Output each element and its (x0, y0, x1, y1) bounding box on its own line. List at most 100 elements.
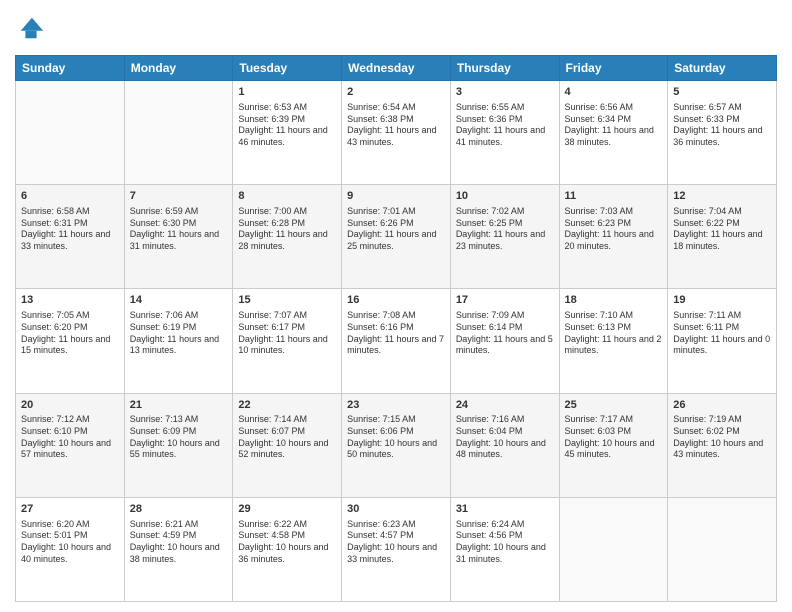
day-number: 27 (21, 502, 119, 517)
calendar-cell: 3 Sunrise: 6:55 AM Sunset: 6:36 PM Daylig… (450, 81, 559, 185)
cell-info: Sunrise: 7:02 AM Sunset: 6:25 PM Dayligh… (456, 206, 554, 253)
day-number: 14 (130, 293, 228, 308)
calendar-cell: 13Sunrise: 7:05 AM Sunset: 6:20 PM Dayli… (16, 289, 125, 393)
day-number: 19 (673, 293, 771, 308)
logo-icon (17, 14, 45, 42)
cell-info: Sunrise: 7:13 AM Sunset: 6:09 PM Dayligh… (130, 414, 228, 461)
day-number: 11 (565, 189, 663, 204)
day-number: 24 (456, 398, 554, 413)
calendar-cell: 31 Sunrise: 6:24 AM Sunset: 4:56 PM Dayli… (450, 497, 559, 601)
calendar-cell (16, 81, 125, 185)
day-number: 3 (456, 85, 554, 100)
cell-info: Sunrise: 6:58 AM Sunset: 6:31 PM Dayligh… (21, 206, 119, 253)
calendar-cell: 14 Sunrise: 7:06 AM Sunset: 6:19 PM Dayli… (124, 289, 233, 393)
day-number: 6 (21, 189, 119, 204)
calendar-cell: 22Sunrise: 7:14 AM Sunset: 6:07 PM Dayli… (233, 393, 342, 497)
calendar-cell: 21Sunrise: 7:13 AM Sunset: 6:09 PM Dayli… (124, 393, 233, 497)
day-number: 10 (456, 189, 554, 204)
day-number: 1 (238, 85, 336, 100)
calendar-cell: 8 Sunrise: 7:00 AM Sunset: 6:28 PM Daylig… (233, 185, 342, 289)
cell-info: Sunrise: 6:24 AM Sunset: 4:56 PM Dayligh… (456, 519, 554, 566)
cell-info: Sunrise: 6:56 AM Sunset: 6:34 PM Dayligh… (565, 102, 663, 149)
weekday-header: Wednesday (342, 56, 451, 81)
cell-info: Sunrise: 7:06 AM Sunset: 6:19 PM Dayligh… (130, 310, 228, 357)
calendar-cell (124, 81, 233, 185)
weekday-header-row: SundayMondayTuesdayWednesdayThursdayFrid… (16, 56, 777, 81)
day-number: 22 (238, 398, 336, 413)
cell-info: Sunrise: 6:21 AM Sunset: 4:59 PM Dayligh… (130, 519, 228, 566)
calendar-cell: 5 Sunrise: 6:57 AM Sunset: 6:33 PM Daylig… (668, 81, 777, 185)
day-number: 8 (238, 189, 336, 204)
calendar-cell: 18 Sunrise: 7:10 AM Sunset: 6:13 PM Dayli… (559, 289, 668, 393)
cell-info: Sunrise: 7:12 AM Sunset: 6:10 PM Dayligh… (21, 414, 119, 461)
calendar-cell: 30Sunrise: 6:23 AM Sunset: 4:57 PM Dayli… (342, 497, 451, 601)
calendar-cell: 10 Sunrise: 7:02 AM Sunset: 6:25 PM Dayli… (450, 185, 559, 289)
day-number: 25 (565, 398, 663, 413)
day-number: 29 (238, 502, 336, 517)
cell-info: Sunrise: 7:01 AM Sunset: 6:26 PM Dayligh… (347, 206, 445, 253)
cell-info: Sunrise: 6:54 AM Sunset: 6:38 PM Dayligh… (347, 102, 445, 149)
calendar-cell: 15 Sunrise: 7:07 AM Sunset: 6:17 PM Dayli… (233, 289, 342, 393)
calendar-cell: 25Sunrise: 7:17 AM Sunset: 6:03 PM Dayli… (559, 393, 668, 497)
calendar-cell: 1 Sunrise: 6:53 AM Sunset: 6:39 PM Daylig… (233, 81, 342, 185)
calendar-cell: 24Sunrise: 7:16 AM Sunset: 6:04 PM Dayli… (450, 393, 559, 497)
day-number: 12 (673, 189, 771, 204)
calendar-cell: 4 Sunrise: 6:56 AM Sunset: 6:34 PM Daylig… (559, 81, 668, 185)
calendar-cell: 16 Sunrise: 7:08 AM Sunset: 6:16 PM Dayli… (342, 289, 451, 393)
cell-info: Sunrise: 7:17 AM Sunset: 6:03 PM Dayligh… (565, 414, 663, 461)
day-number: 21 (130, 398, 228, 413)
calendar-table: SundayMondayTuesdayWednesdayThursdayFrid… (15, 55, 777, 602)
weekday-header: Monday (124, 56, 233, 81)
calendar-cell: 26Sunrise: 7:19 AM Sunset: 6:02 PM Dayli… (668, 393, 777, 497)
cell-info: Sunrise: 6:55 AM Sunset: 6:36 PM Dayligh… (456, 102, 554, 149)
calendar-cell: 9Sunrise: 7:01 AM Sunset: 6:26 PM Daylig… (342, 185, 451, 289)
calendar-week-row: 6 Sunrise: 6:58 AM Sunset: 6:31 PM Daylig… (16, 185, 777, 289)
day-number: 13 (21, 293, 119, 308)
logo (15, 14, 49, 47)
cell-info: Sunrise: 7:11 AM Sunset: 6:11 PM Dayligh… (673, 310, 771, 357)
day-number: 2 (347, 85, 445, 100)
weekday-header: Thursday (450, 56, 559, 81)
cell-info: Sunrise: 7:10 AM Sunset: 6:13 PM Dayligh… (565, 310, 663, 357)
day-number: 31 (456, 502, 554, 517)
cell-info: Sunrise: 7:09 AM Sunset: 6:14 PM Dayligh… (456, 310, 554, 357)
calendar-week-row: 1 Sunrise: 6:53 AM Sunset: 6:39 PM Daylig… (16, 81, 777, 185)
weekday-header: Saturday (668, 56, 777, 81)
cell-info: Sunrise: 6:53 AM Sunset: 6:39 PM Dayligh… (238, 102, 336, 149)
calendar-cell: 29Sunrise: 6:22 AM Sunset: 4:58 PM Dayli… (233, 497, 342, 601)
cell-info: Sunrise: 7:08 AM Sunset: 6:16 PM Dayligh… (347, 310, 445, 357)
calendar-cell: 6 Sunrise: 6:58 AM Sunset: 6:31 PM Daylig… (16, 185, 125, 289)
day-number: 20 (21, 398, 119, 413)
day-number: 26 (673, 398, 771, 413)
calendar-cell: 2 Sunrise: 6:54 AM Sunset: 6:38 PM Daylig… (342, 81, 451, 185)
calendar-cell: 12Sunrise: 7:04 AM Sunset: 6:22 PM Dayli… (668, 185, 777, 289)
day-number: 7 (130, 189, 228, 204)
cell-info: Sunrise: 6:57 AM Sunset: 6:33 PM Dayligh… (673, 102, 771, 149)
calendar-week-row: 13Sunrise: 7:05 AM Sunset: 6:20 PM Dayli… (16, 289, 777, 393)
calendar-cell: 19 Sunrise: 7:11 AM Sunset: 6:11 PM Dayli… (668, 289, 777, 393)
cell-info: Sunrise: 7:15 AM Sunset: 6:06 PM Dayligh… (347, 414, 445, 461)
weekday-header: Sunday (16, 56, 125, 81)
header (15, 10, 777, 47)
calendar-cell: 27 Sunrise: 6:20 AM Sunset: 5:01 PM Dayli… (16, 497, 125, 601)
calendar-cell: 20Sunrise: 7:12 AM Sunset: 6:10 PM Dayli… (16, 393, 125, 497)
day-number: 30 (347, 502, 445, 517)
day-number: 16 (347, 293, 445, 308)
cell-info: Sunrise: 7:00 AM Sunset: 6:28 PM Dayligh… (238, 206, 336, 253)
day-number: 15 (238, 293, 336, 308)
cell-info: Sunrise: 6:59 AM Sunset: 6:30 PM Dayligh… (130, 206, 228, 253)
day-number: 18 (565, 293, 663, 308)
cell-info: Sunrise: 6:20 AM Sunset: 5:01 PM Dayligh… (21, 519, 119, 566)
cell-info: Sunrise: 7:07 AM Sunset: 6:17 PM Dayligh… (238, 310, 336, 357)
calendar-cell: 28 Sunrise: 6:21 AM Sunset: 4:59 PM Dayli… (124, 497, 233, 601)
cell-info: Sunrise: 7:19 AM Sunset: 6:02 PM Dayligh… (673, 414, 771, 461)
day-number: 5 (673, 85, 771, 100)
cell-info: Sunrise: 7:14 AM Sunset: 6:07 PM Dayligh… (238, 414, 336, 461)
calendar-cell (668, 497, 777, 601)
calendar-cell: 11 Sunrise: 7:03 AM Sunset: 6:23 PM Dayli… (559, 185, 668, 289)
cell-info: Sunrise: 7:03 AM Sunset: 6:23 PM Dayligh… (565, 206, 663, 253)
day-number: 28 (130, 502, 228, 517)
day-number: 4 (565, 85, 663, 100)
cell-info: Sunrise: 7:16 AM Sunset: 6:04 PM Dayligh… (456, 414, 554, 461)
calendar-week-row: 27 Sunrise: 6:20 AM Sunset: 5:01 PM Dayli… (16, 497, 777, 601)
